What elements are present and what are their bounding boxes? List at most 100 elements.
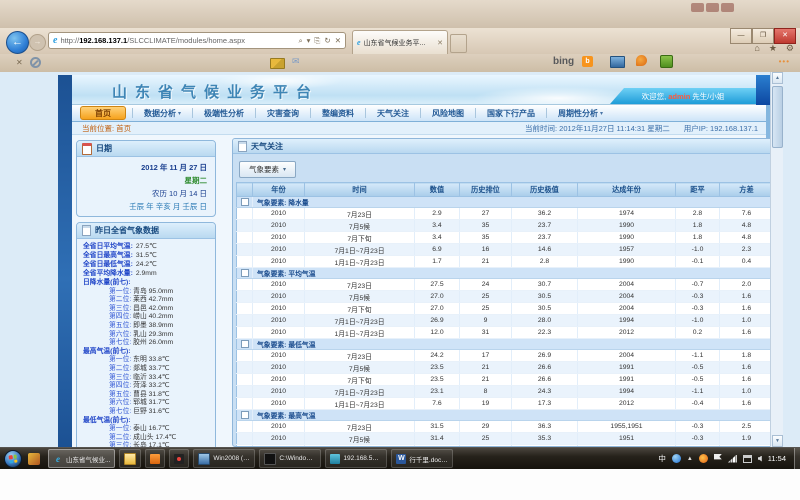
close-icon[interactable]: ✕ <box>16 58 23 67</box>
ie-icon: e <box>357 38 361 48</box>
taskbar-button[interactable]: e山东省气候业... <box>48 449 115 468</box>
back-button[interactable]: ← <box>6 31 29 54</box>
group-checkbox[interactable] <box>241 411 249 419</box>
menu-item[interactable]: 灾害查询 ▾ <box>255 108 310 118</box>
system-tray: 中 ▲ 11:54 <box>658 453 794 464</box>
cards-icon[interactable] <box>270 58 285 69</box>
maximize-button[interactable]: ❐ <box>752 28 774 44</box>
table-row[interactable]: 20107月1日~7月23日6.91614.61957-1.02.3 <box>237 244 771 256</box>
start-button[interactable] <box>4 450 22 468</box>
table-row[interactable]: 20107月1日~7月23日26.9928.01994-1.01.0 <box>237 315 771 327</box>
menu-item[interactable]: 首页 ▾ <box>80 106 126 120</box>
menu-item[interactable]: 极端性分析 ▾ <box>192 108 255 118</box>
action-center-icon[interactable] <box>714 454 722 463</box>
more-icon[interactable]: ••• <box>779 57 790 66</box>
close-button[interactable]: ✕ <box>774 28 796 44</box>
taskbar-button[interactable]: W行千里.docx ... <box>391 449 453 468</box>
remote-icon <box>330 454 340 464</box>
scrollbar-thumb[interactable] <box>772 86 783 148</box>
chevron-down-icon[interactable]: ▾ <box>307 36 311 45</box>
search-icon[interactable]: ⌕ <box>298 36 302 46</box>
language-indicator[interactable]: 中 <box>658 453 666 464</box>
home-icon[interactable]: ⌂ <box>754 43 759 53</box>
folder-icon <box>124 453 136 465</box>
table-row[interactable]: 20107月5候27.02530.52004-0.31.6 <box>237 291 771 303</box>
menu-item[interactable]: 风险地图 ▾ <box>420 108 475 118</box>
browser-tray-icon[interactable] <box>699 454 708 463</box>
column-header[interactable]: 距平 <box>676 183 720 197</box>
close-icon[interactable]: ✕ <box>437 39 443 47</box>
table-row[interactable]: 20107月下旬23.52126.61991-0.51.6 <box>237 374 771 386</box>
browser-tab[interactable]: e 山东省气候业务平... ✕ <box>352 30 448 54</box>
column-header[interactable]: 年份 <box>253 183 305 197</box>
screen-bottom-margin <box>0 469 800 500</box>
table-row[interactable]: 20101月1日~7月23日7.61917.32012-0.41.6 <box>237 398 771 410</box>
taskbar-button[interactable] <box>119 449 141 468</box>
hidden-icons-arrow[interactable]: ▲ <box>687 456 693 462</box>
menu-item[interactable]: 整编资料 ▾ <box>310 108 365 118</box>
background-window-controls <box>691 3 734 12</box>
element-filter-button[interactable]: 气象要素 ▾ <box>239 161 296 178</box>
camera-icon[interactable] <box>610 56 625 68</box>
scroll-up-icon[interactable]: ▲ <box>772 72 783 84</box>
rank-line: 第二位: 莱西 42.7mm <box>83 296 210 305</box>
table-row[interactable]: 20107月23日31.52936.31955,1951-0.32.5 <box>237 421 771 433</box>
taskbar-button-label: 山东省气候业... <box>66 454 110 464</box>
menu-item[interactable]: 国家下行产品 ▾ <box>475 108 546 118</box>
network-icon[interactable] <box>728 455 737 463</box>
plugin-icon[interactable] <box>660 55 673 68</box>
taskbar-button[interactable]: Win2008 (VS2... <box>193 449 255 468</box>
table-row[interactable]: 20107月23日24.21726.92004-1.11.8 <box>237 350 771 362</box>
table-row[interactable]: 20101月1日~7月23日12.03122.320120.21.6 <box>237 327 771 339</box>
compatibility-icon[interactable]: ⎘ <box>314 36 320 46</box>
new-tab-button[interactable] <box>450 34 467 53</box>
taskbar-button[interactable] <box>145 449 165 468</box>
taskbar-button[interactable] <box>169 449 189 468</box>
table-row[interactable]: 20107月5候31.42535.31951-0.31.9 <box>237 433 771 445</box>
table-row[interactable]: 20107月5候3.43523.719901.84.8 <box>237 220 771 232</box>
refresh-icon[interactable]: ↻ <box>324 36 330 45</box>
column-header[interactable]: 时间 <box>305 183 415 197</box>
column-header[interactable]: 数值 <box>415 183 460 197</box>
table-row[interactable]: 20107月23日27.52430.72004-0.72.0 <box>237 279 771 291</box>
scroll-down-icon[interactable]: ▼ <box>772 435 783 447</box>
table-row[interactable]: 20107月1日~7月23日23.1824.31994-1.11.0 <box>237 386 771 398</box>
address-bar[interactable]: e http://192.168.137.1/SLCCLIMATE/module… <box>48 32 346 49</box>
group-checkbox[interactable] <box>241 340 249 348</box>
favorites-star-icon[interactable]: ★ <box>769 43 777 53</box>
quick-app-icon[interactable] <box>28 453 40 465</box>
group-checkbox[interactable] <box>241 198 249 206</box>
mail-icon[interactable]: ✉ <box>292 56 300 67</box>
column-header[interactable]: 历史极值 <box>512 183 578 197</box>
table-row[interactable]: 20107月下旬3.43523.719901.84.8 <box>237 232 771 244</box>
stop-icon[interactable]: ✕ <box>335 36 341 45</box>
table-row[interactable]: 20107月23日2.92736.219742.87.6 <box>237 208 771 220</box>
windows-logo-icon <box>8 454 17 463</box>
settings-gear-icon[interactable]: ⚙ <box>786 43 794 53</box>
current-time: 当前时间: 2012年11月27日 11:14:31 星期二 <box>525 123 670 134</box>
menu-item[interactable]: 数据分析 ▾ <box>132 108 192 118</box>
menu-item[interactable]: 天气关注 ▾ <box>365 108 420 118</box>
bing-search-button[interactable]: b <box>582 56 593 67</box>
url-text[interactable]: http://192.168.137.1/SLCCLIMATE/modules/… <box>60 36 295 45</box>
fire-icon[interactable] <box>636 55 647 66</box>
column-header[interactable]: 达成年份 <box>578 183 676 197</box>
table-row[interactable]: 20101月1日~7月23日1.7212.81990-0.10.4 <box>237 256 771 268</box>
taskbar-button[interactable]: 192.168.58.99... <box>325 449 387 468</box>
taskbar-button[interactable]: C:\Windows\s... <box>259 449 321 468</box>
table-row[interactable]: 20107月下旬27.02530.52004-0.31.6 <box>237 303 771 315</box>
vertical-scrollbar[interactable]: ▲ ▼ <box>770 72 783 447</box>
tray-app-icon[interactable] <box>743 455 752 463</box>
group-checkbox[interactable] <box>241 269 249 277</box>
taskbar-clock[interactable]: 11:54 <box>768 454 786 463</box>
show-desktop-button[interactable] <box>794 448 800 470</box>
messenger-icon[interactable] <box>672 454 681 463</box>
table-row[interactable]: 20107月5候23.52126.61991-0.51.6 <box>237 362 771 374</box>
table-group-row: 气象要素: 最高气温 <box>237 410 771 421</box>
column-header[interactable]: 方差 <box>720 183 771 197</box>
column-header[interactable]: 历史排位 <box>460 183 512 197</box>
menu-item[interactable]: 周期性分析 ▾ <box>546 108 614 118</box>
minimize-button[interactable]: — <box>730 28 752 44</box>
volume-icon[interactable] <box>758 456 762 462</box>
forward-button[interactable]: → <box>29 34 46 51</box>
